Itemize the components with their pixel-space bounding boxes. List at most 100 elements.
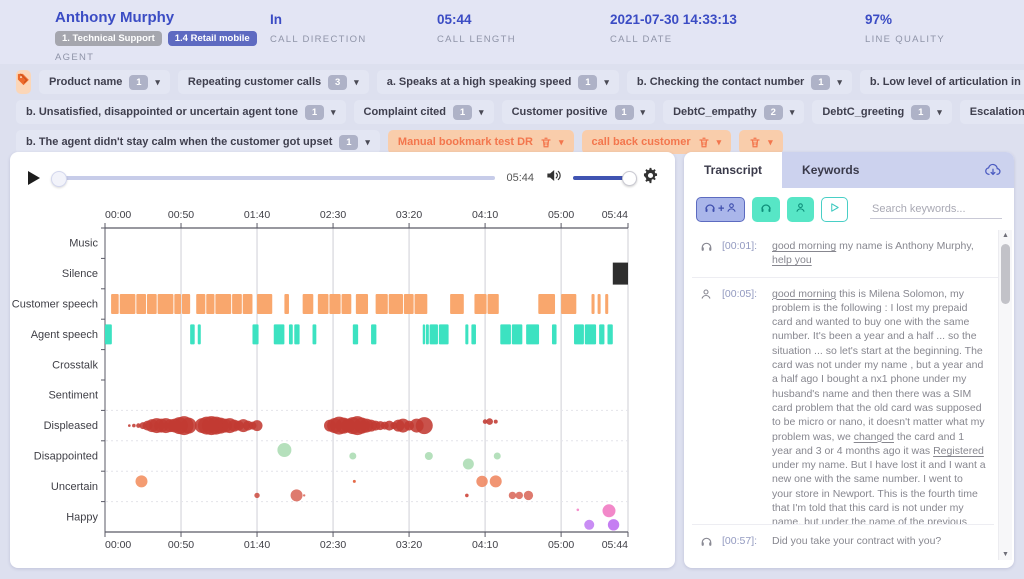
transcript-timestamp[interactable]: [00:57]: — [722, 534, 765, 551]
filter-chip[interactable]: b. Unsatisfied, disappointed or uncertai… — [16, 100, 346, 124]
download-button[interactable] — [984, 162, 1002, 178]
customer-speech-segment[interactable] — [196, 294, 205, 314]
customer-speech-segment[interactable] — [488, 294, 499, 314]
customer-speech-segment[interactable] — [318, 294, 329, 314]
chevron-down-icon[interactable]: ▾ — [479, 107, 484, 118]
customer-speech-segment[interactable] — [376, 294, 388, 314]
customer-speech-segment[interactable] — [538, 294, 555, 314]
agent-speech-segment[interactable] — [274, 324, 285, 344]
filter-chip[interactable]: Escalation4▾ — [960, 100, 1024, 124]
sentiment-bubble[interactable] — [425, 452, 433, 460]
sentiment-bubble[interactable] — [254, 493, 259, 498]
customer-speech-segment[interactable] — [474, 294, 486, 314]
chevron-down-icon[interactable]: ▾ — [559, 137, 564, 148]
sentiment-bubble[interactable] — [494, 453, 501, 460]
customer-speech-segment[interactable] — [450, 294, 464, 314]
keyword-highlight[interactable]: Registered — [933, 445, 984, 457]
agent-speech-segment[interactable] — [599, 324, 604, 344]
agent-speech-segment[interactable] — [500, 324, 511, 344]
chevron-down-icon[interactable]: ▾ — [604, 77, 609, 88]
agent-speech-segment[interactable] — [430, 324, 438, 344]
filter-chip[interactable]: b. Checking the contact number1▾ — [627, 70, 852, 94]
trash-icon[interactable] — [749, 136, 761, 149]
customer-speech-segment[interactable] — [243, 294, 253, 314]
transcript-list[interactable]: [00:01]:good morning my name is Anthony … — [692, 230, 1010, 560]
chevron-down-icon[interactable]: ▾ — [768, 137, 773, 148]
customer-speech-segment[interactable] — [329, 294, 340, 314]
agent-speech-segment[interactable] — [552, 324, 557, 344]
agent-speech-segment[interactable] — [585, 324, 596, 344]
sentiment-bubble[interactable] — [349, 453, 356, 460]
chevron-down-icon[interactable]: ▾ — [937, 107, 942, 118]
customer-speech-segment[interactable] — [342, 294, 352, 314]
play-results-button[interactable] — [821, 197, 848, 222]
filter-chip[interactable]: b. The agent didn't stay calm when the c… — [16, 130, 380, 154]
volume-slider[interactable] — [573, 176, 631, 180]
seek-knob[interactable] — [51, 171, 67, 187]
agent-speech-segment[interactable] — [423, 324, 425, 344]
scroll-up-icon[interactable]: ▲ — [999, 232, 1012, 239]
filter-chip[interactable]: b. Low level of articulation in the firs… — [860, 70, 1024, 94]
sentiment-bubble[interactable] — [516, 492, 523, 499]
volume-knob[interactable] — [622, 171, 637, 186]
chevron-down-icon[interactable]: ▾ — [354, 77, 359, 88]
transcript-entry[interactable]: [00:05]:good morning this is Milena Solo… — [692, 277, 1010, 560]
agent-speech-segment[interactable] — [574, 324, 584, 344]
customer-speech-segment[interactable] — [592, 294, 595, 314]
customer-speech-segment[interactable] — [232, 294, 242, 314]
customer-speech-segment[interactable] — [415, 294, 428, 314]
play-button[interactable] — [26, 170, 42, 186]
customer-speech-segment[interactable] — [598, 294, 601, 314]
sentiment-bubble[interactable] — [277, 443, 291, 457]
transcript-timestamp[interactable]: [00:05]: — [722, 287, 765, 560]
chevron-down-icon[interactable]: ▾ — [331, 107, 336, 118]
sentiment-bubble[interactable] — [465, 494, 469, 498]
scrollbar-thumb[interactable] — [1001, 244, 1010, 304]
agent-speech-segment[interactable] — [526, 324, 539, 344]
bookmark-chip[interactable]: Manual bookmark test DR▾ — [388, 130, 574, 154]
sentiment-bubble[interactable] — [128, 424, 131, 427]
seek-slider[interactable] — [53, 176, 495, 180]
filter-chip[interactable]: DebtC_greeting1▾ — [812, 100, 951, 124]
agent-speech-segment[interactable] — [105, 324, 112, 344]
customer-speech-segment[interactable] — [389, 294, 403, 314]
customer-speech-segment[interactable] — [147, 294, 157, 314]
sentiment-bubble[interactable] — [252, 420, 263, 431]
keyword-highlight[interactable]: good morning — [772, 288, 836, 300]
sentiment-bubble[interactable] — [490, 475, 502, 487]
filter-chip[interactable]: Complaint cited1▾ — [354, 100, 494, 124]
agent-speech-segment[interactable] — [371, 324, 376, 344]
sentiment-bubble[interactable] — [476, 476, 487, 487]
sentiment-bubble[interactable] — [509, 492, 516, 499]
chevron-down-icon[interactable]: ▾ — [837, 77, 842, 88]
sentiment-bubble[interactable] — [181, 418, 197, 434]
agent-team-badge[interactable]: 1.4 Retail mobile — [168, 31, 257, 46]
customer-speech-segment[interactable] — [120, 294, 136, 314]
sentiment-bubble[interactable] — [524, 491, 533, 500]
customer-speech-segment[interactable] — [206, 294, 214, 314]
customer-speech-segment[interactable] — [158, 294, 174, 314]
agent-speech-segment[interactable] — [439, 324, 449, 344]
sentiment-bubble[interactable] — [494, 420, 498, 424]
customer-speech-segment[interactable] — [136, 294, 146, 314]
agent-speech-segment[interactable] — [426, 324, 429, 344]
customer-speech-segment[interactable] — [404, 294, 414, 314]
tags-button[interactable] — [16, 70, 31, 94]
speaker-icon[interactable] — [545, 168, 562, 188]
customer-speech-segment[interactable] — [111, 294, 119, 314]
customer-speech-segment[interactable] — [561, 294, 576, 314]
chevron-down-icon[interactable]: ▾ — [365, 137, 370, 148]
agent-speech-segment[interactable] — [294, 324, 299, 344]
customer-speech-segment[interactable] — [284, 294, 289, 314]
bookmark-chip[interactable]: ▾ — [739, 130, 783, 154]
agent-speech-segment[interactable] — [190, 324, 195, 344]
transcript-entry[interactable]: [00:57]:Did you take your contract with … — [692, 524, 994, 560]
sentiment-bubble[interactable] — [416, 417, 433, 434]
agent-speech-segment[interactable] — [465, 324, 468, 344]
customer-speech-segment[interactable] — [257, 294, 272, 314]
keyword-highlight[interactable]: changed — [854, 431, 894, 443]
agent-speech-segment[interactable] — [512, 324, 522, 344]
transcript-scrollbar[interactable]: ▲ ▼ — [998, 230, 1012, 560]
scroll-down-icon[interactable]: ▼ — [999, 551, 1012, 558]
filter-chip[interactable]: DebtC_empathy2▾ — [663, 100, 804, 124]
